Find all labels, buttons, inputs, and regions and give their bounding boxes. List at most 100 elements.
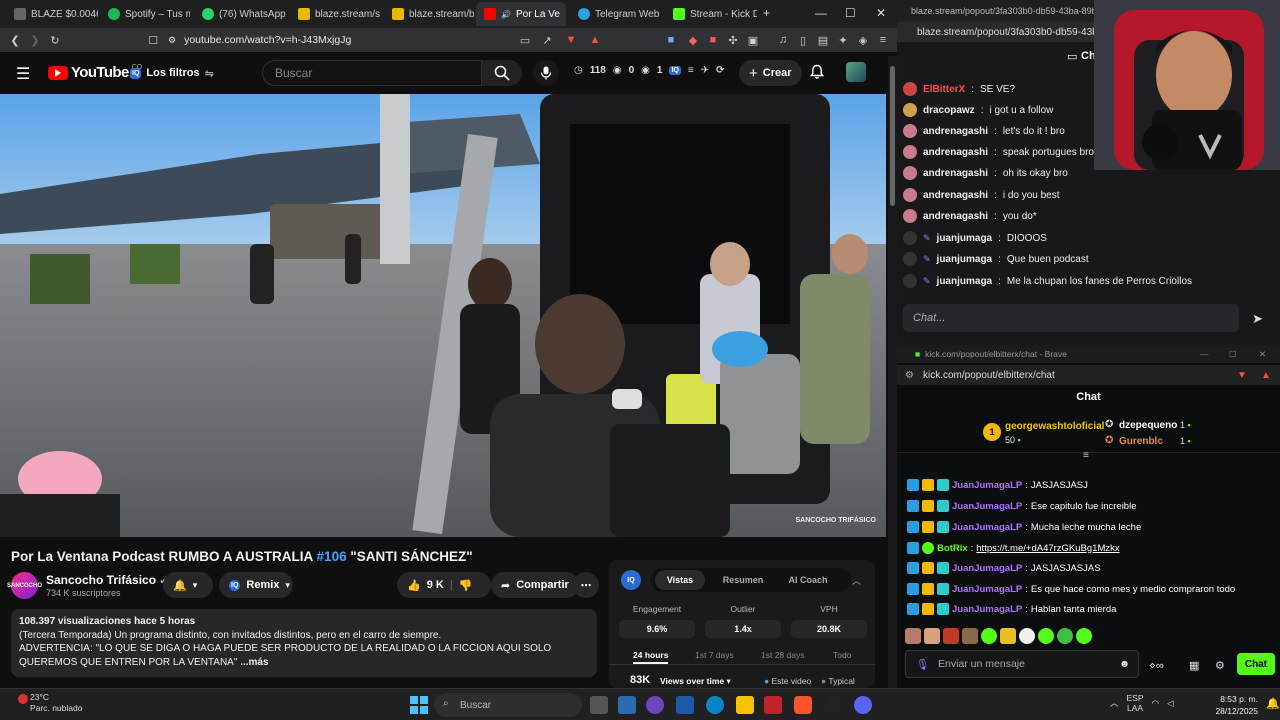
store-icon[interactable]: [676, 696, 694, 714]
share-button[interactable]: ➦ Compartir: [491, 572, 579, 598]
notifications-bell-icon[interactable]: [809, 64, 825, 83]
search-input[interactable]: Buscar: [262, 60, 482, 86]
emote-icon[interactable]: [1076, 628, 1092, 644]
more-actions-button[interactable]: ⋯: [573, 572, 599, 598]
tab-kick-dashboard[interactable]: Stream - Kick Da: [665, 2, 757, 26]
wifi-icon[interactable]: ◠: [1152, 698, 1159, 709]
tab-blaze-back[interactable]: blaze.stream/bac: [384, 2, 474, 26]
task-view-icon[interactable]: [590, 696, 608, 714]
emoji-icon[interactable]: ☻: [1119, 658, 1130, 670]
site-settings-icon[interactable]: ⚙: [168, 35, 176, 46]
filters-extension-button[interactable]: IQ Los filtros ⇋: [130, 63, 214, 83]
popout-url-bar[interactable]: ⚙ kick.com/popout/elbitterx/chat ▼ ▲: [897, 365, 1280, 385]
url-field[interactable]: ⚙ youtube.com/watch?v=h-J43MxjgJg: [168, 31, 508, 49]
time-tab-24h[interactable]: 24 hours: [633, 650, 669, 664]
time-tab-28d[interactable]: 1st 28 days: [761, 650, 804, 660]
youtube-logo[interactable]: YouTubeCO: [48, 64, 142, 81]
link[interactable]: https://t.me/+dA47rzGKuBg1Mzkx: [976, 543, 1119, 554]
file-explorer-icon[interactable]: [736, 696, 754, 714]
tab-youtube-active[interactable]: 🔊Por La Ve✕: [476, 2, 566, 26]
emote-icon[interactable]: [981, 628, 997, 644]
notifications-icon[interactable]: 🔔: [1266, 697, 1280, 710]
taskbar-search[interactable]: ⌕ Buscar: [434, 693, 582, 717]
chevron-up-icon[interactable]: ︿: [1110, 697, 1119, 709]
translate-icon[interactable]: ■: [664, 33, 678, 47]
emote-icon[interactable]: [1057, 628, 1073, 644]
extension-stats[interactable]: ◷ 118 ◉ 0 ◉ 1 IQ ≡ ✈ ⟳: [574, 65, 724, 76]
video-player[interactable]: SANCOCHO TRIFÁSICO: [0, 94, 886, 537]
iq-icon[interactable]: IQ: [669, 66, 681, 75]
leaderboard-name[interactable]: Gurenblc: [1119, 436, 1163, 447]
back-icon[interactable]: ❮: [8, 33, 22, 47]
account-avatar[interactable]: [846, 62, 866, 82]
resize-handle-icon[interactable]: ≡: [1083, 451, 1089, 461]
rocket-icon[interactable]: ✈: [701, 65, 709, 76]
extension-icon[interactable]: ■: [706, 33, 720, 47]
emote-icon[interactable]: [943, 628, 959, 644]
like-button[interactable]: 👍 9 K: [407, 579, 444, 592]
send-icon[interactable]: ➤: [1252, 311, 1263, 327]
brave-shield-icon[interactable]: ▼: [564, 33, 578, 47]
brave-rewards-icon[interactable]: ▲: [588, 33, 602, 47]
extensions-puzzle-icon[interactable]: ✣: [726, 33, 740, 47]
time-tab-all[interactable]: Todo: [833, 650, 851, 660]
extension-icon[interactable]: ◆: [686, 33, 700, 47]
cast-icon[interactable]: ▭: [518, 33, 532, 47]
bookmark-icon[interactable]: ☐: [146, 33, 160, 47]
subscribed-bell-button[interactable]: 🔔 ▾: [163, 572, 213, 598]
discord-icon[interactable]: [854, 696, 872, 714]
weather-widget[interactable]: 23°C Parc. nublado: [30, 692, 82, 714]
vpn-icon[interactable]: ◈: [856, 33, 870, 47]
leaderboard-icon[interactable]: ▦: [1189, 659, 1199, 672]
remix-button[interactable]: IQ Remix ▾: [219, 572, 293, 598]
microphone-icon[interactable]: 🎙: [916, 658, 929, 671]
collapse-icon[interactable]: ︿: [852, 574, 861, 587]
volume-icon[interactable]: ◁: [1167, 698, 1174, 709]
time-tab-7d[interactable]: 1st 7 days: [695, 650, 734, 660]
tab-blaze[interactable]: BLAZE $0.0046(: [6, 2, 98, 26]
language-indicator[interactable]: ESP LAA: [1127, 693, 1144, 713]
settings-gear-icon[interactable]: ⚙: [1215, 659, 1225, 672]
brave-shield-icon[interactable]: ▼: [1237, 370, 1247, 381]
description-box[interactable]: 108.397 visualizaciones hace 5 horas (Te…: [11, 609, 597, 677]
new-tab-icon[interactable]: +: [763, 6, 770, 20]
hamburger-menu-icon[interactable]: ☰: [16, 64, 30, 84]
wallet-icon[interactable]: ▤: [816, 33, 830, 47]
app-icon[interactable]: [764, 696, 782, 714]
list-icon[interactable]: ≡: [688, 65, 694, 76]
windows-start-icon[interactable]: [410, 696, 428, 714]
brave-icon[interactable]: [794, 696, 812, 714]
views-over-time-dropdown[interactable]: Views over time ▾: [660, 676, 731, 687]
tab-vistas[interactable]: Vistas: [655, 570, 705, 590]
emote-icon[interactable]: [905, 628, 921, 644]
create-button[interactable]: + Crear: [739, 60, 802, 86]
emote-icon[interactable]: [1000, 628, 1016, 644]
menu-icon[interactable]: ≡: [876, 33, 890, 47]
minimize-icon[interactable]: —: [815, 6, 827, 20]
emote-icon[interactable]: [1038, 628, 1054, 644]
emote-icon[interactable]: [1019, 628, 1035, 644]
badges-icon[interactable]: ⋄∞: [1149, 659, 1164, 672]
show-more-link[interactable]: ...más: [240, 657, 268, 668]
copilot-icon[interactable]: [646, 696, 664, 714]
forward-icon[interactable]: ❯: [28, 33, 42, 47]
obs-icon[interactable]: [824, 696, 842, 714]
channel-name[interactable]: Sancocho Trifásico ✔: [46, 573, 168, 587]
leaderboard-name[interactable]: dzepequeno: [1119, 420, 1177, 431]
tab-telegram[interactable]: Telegram Web: [570, 2, 662, 26]
chat-input[interactable]: Chat...: [903, 304, 1239, 332]
brave-rewards-icon[interactable]: ▲: [1261, 370, 1271, 381]
screenshot-icon[interactable]: ▣: [746, 33, 760, 47]
share-icon[interactable]: ↗: [540, 33, 554, 47]
emote-icon[interactable]: [924, 628, 940, 644]
tab-blaze-stream[interactable]: blaze.stream/stre: [290, 2, 380, 26]
edge-icon[interactable]: [706, 696, 724, 714]
channel-avatar[interactable]: SANCOCHO: [7, 572, 42, 599]
leaderboard-name[interactable]: georgewashtoloficial: [1005, 421, 1104, 432]
tab-whatsapp[interactable]: (76) WhatsApp: [194, 2, 286, 26]
tab-resumen[interactable]: Resumen: [717, 570, 769, 590]
page-scrollbar[interactable]: [888, 56, 897, 688]
minimize-icon[interactable]: —: [1200, 349, 1209, 359]
media-icon[interactable]: ♫: [776, 33, 790, 47]
refresh-icon[interactable]: ⟳: [716, 65, 724, 76]
